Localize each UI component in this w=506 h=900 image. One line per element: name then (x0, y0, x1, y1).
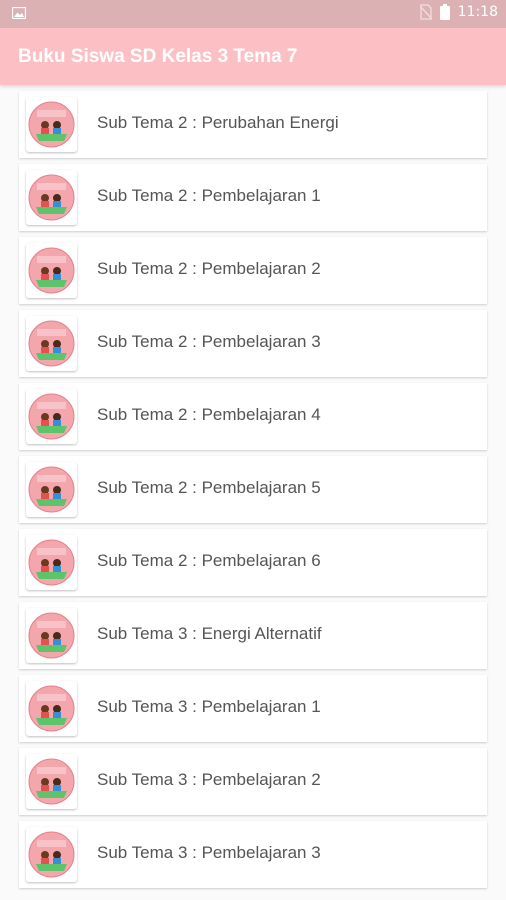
book-cover-icon (28, 758, 75, 805)
book-cover-icon (28, 831, 75, 878)
list-item-label: Sub Tema 3 : Pembelajaran 3 (97, 843, 321, 862)
list-item-label: Sub Tema 2 : Pembelajaran 2 (97, 259, 321, 278)
list-item[interactable]: Sub Tema 3 : Energi Alternatif (19, 602, 487, 669)
book-cover-thumbnail (26, 170, 77, 225)
list-item[interactable]: Sub Tema 3 : Pembelajaran 1 (19, 675, 487, 742)
status-bar: 11:18 (0, 0, 506, 28)
book-cover-thumbnail (26, 316, 77, 371)
book-cover-thumbnail (26, 827, 77, 882)
list-item[interactable]: Sub Tema 2 : Pembelajaran 2 (19, 237, 487, 304)
book-cover-thumbnail (26, 97, 77, 152)
list-item-label: Sub Tema 2 : Perubahan Energi (97, 113, 339, 132)
book-cover-icon (28, 466, 75, 513)
book-cover-thumbnail (26, 462, 77, 517)
book-cover-icon (28, 393, 75, 440)
book-cover-icon (28, 101, 75, 148)
list-item-label: Sub Tema 2 : Pembelajaran 1 (97, 186, 321, 205)
book-cover-icon (28, 247, 75, 294)
battery-icon (439, 4, 450, 20)
book-cover-thumbnail (26, 389, 77, 444)
book-cover-icon (28, 539, 75, 586)
list-item-label: Sub Tema 2 : Pembelajaran 3 (97, 332, 321, 351)
list-item[interactable]: Sub Tema 2 : Pembelajaran 5 (19, 456, 487, 523)
list-item[interactable]: Sub Tema 2 : Pembelajaran 6 (19, 529, 487, 596)
book-cover-thumbnail (26, 754, 77, 809)
list-item[interactable]: Sub Tema 3 : Pembelajaran 2 (19, 748, 487, 815)
list-item[interactable]: Sub Tema 2 : Pembelajaran 1 (19, 164, 487, 231)
list-item[interactable]: Sub Tema 2 : Pembelajaran 3 (19, 310, 487, 377)
book-cover-thumbnail (26, 535, 77, 590)
book-cover-thumbnail (26, 243, 77, 298)
list-item[interactable]: Sub Tema 2 : Pembelajaran 4 (19, 383, 487, 450)
book-cover-thumbnail (26, 681, 77, 736)
app-bar: Buku Siswa SD Kelas 3 Tema 7 (0, 28, 506, 85)
status-time: 11:18 (457, 4, 498, 20)
book-cover-icon (28, 685, 75, 732)
app-title: Buku Siswa SD Kelas 3 Tema 7 (18, 45, 298, 67)
book-cover-icon (28, 612, 75, 659)
chapter-list: Sub Tema 2 : Perubahan Energi Sub Tema 2… (0, 85, 506, 888)
list-item[interactable]: Sub Tema 2 : Perubahan Energi (19, 91, 487, 158)
list-item-label: Sub Tema 2 : Pembelajaran 5 (97, 478, 321, 497)
list-item-label: Sub Tema 2 : Pembelajaran 6 (97, 551, 321, 570)
image-notification-icon (12, 7, 26, 19)
list-item-label: Sub Tema 3 : Energi Alternatif (97, 624, 322, 643)
book-cover-icon (28, 320, 75, 367)
book-cover-thumbnail (26, 608, 77, 663)
list-item[interactable]: Sub Tema 3 : Pembelajaran 3 (19, 821, 487, 888)
book-cover-icon (28, 174, 75, 221)
list-item-label: Sub Tema 3 : Pembelajaran 2 (97, 770, 321, 789)
list-item-label: Sub Tema 3 : Pembelajaran 1 (97, 697, 321, 716)
no-sim-icon (419, 4, 432, 20)
list-item-label: Sub Tema 2 : Pembelajaran 4 (97, 405, 321, 424)
